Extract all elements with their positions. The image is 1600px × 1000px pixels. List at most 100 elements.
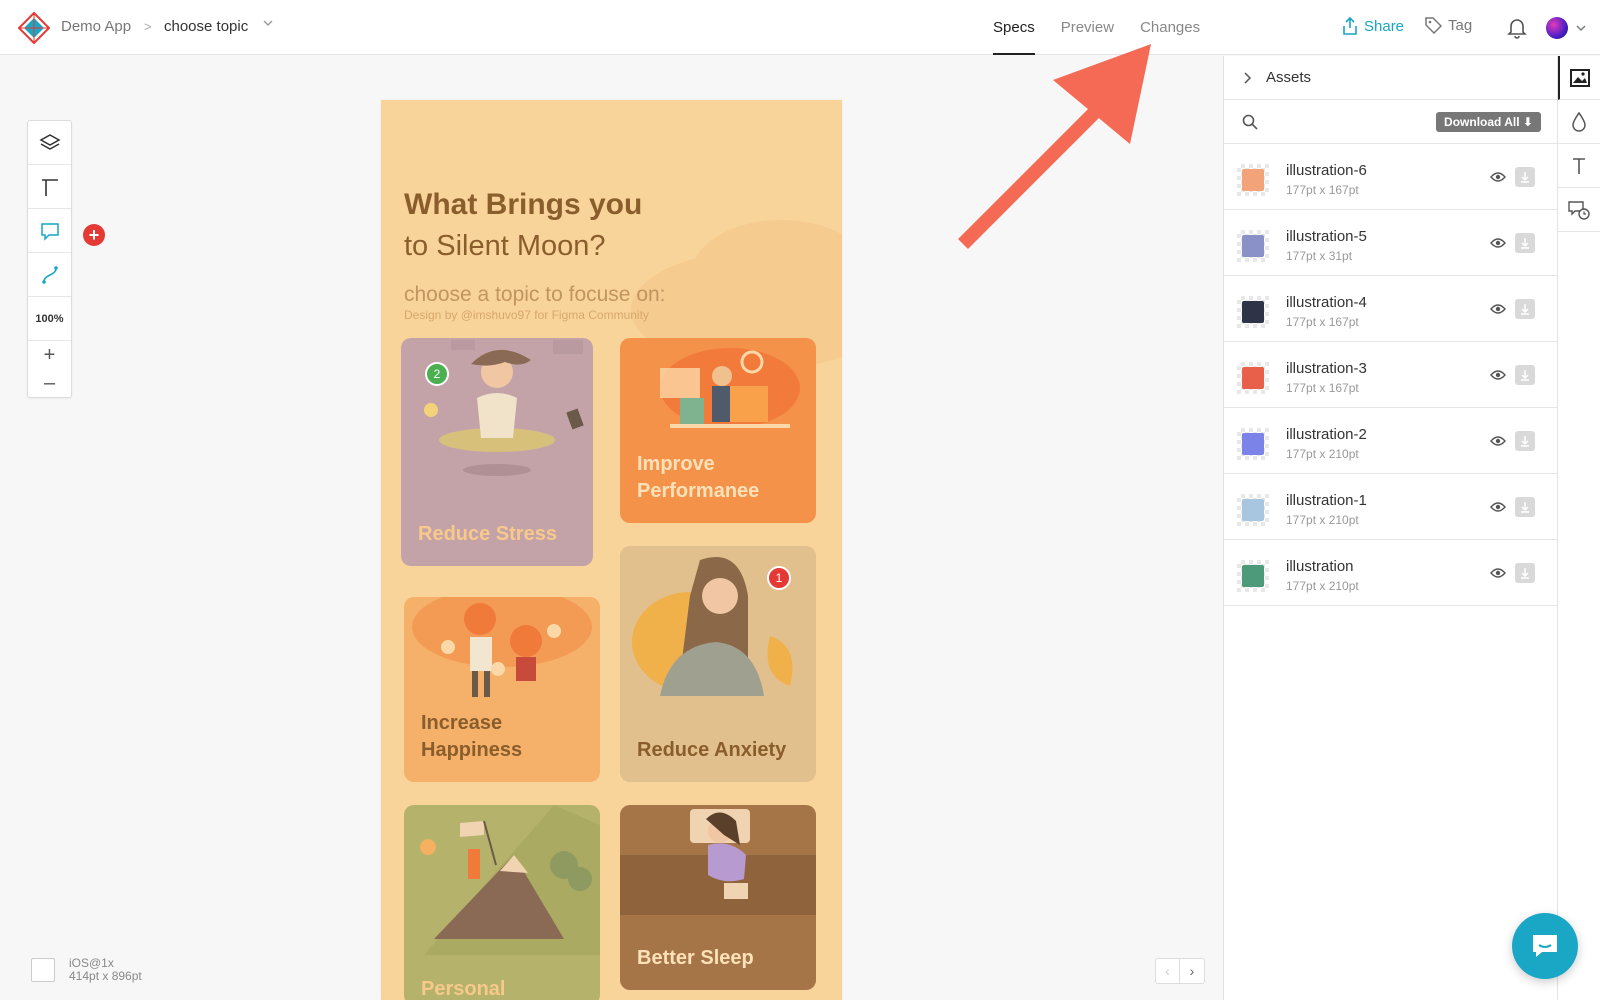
topic-label: Increase Happiness — [421, 712, 523, 761]
topic-label: Better Sleep — [637, 947, 754, 969]
topic-card-better-sleep[interactable]: Better Sleep — [620, 805, 816, 990]
topic-label: Reduce Anxiety — [637, 739, 787, 761]
notification-bell-icon[interactable] — [1507, 17, 1527, 39]
assets-header[interactable]: Assets — [1224, 56, 1557, 100]
add-comment-button[interactable]: + — [83, 224, 105, 246]
change-badge-2[interactable]: 2 — [425, 362, 449, 386]
breadcrumb-page[interactable]: choose topic — [164, 18, 248, 35]
asset-preview — [1242, 367, 1264, 389]
colors-tab[interactable] — [1558, 100, 1600, 144]
previous-artboard-button[interactable]: ‹ — [1156, 959, 1180, 983]
share-icon — [1343, 17, 1357, 35]
download-asset-button[interactable] — [1515, 167, 1535, 187]
change-badge-1[interactable]: 1 — [767, 566, 791, 590]
asset-thumbnail — [1237, 230, 1269, 262]
tag-icon — [1425, 17, 1442, 34]
flow-tool[interactable] — [28, 253, 71, 297]
download-icon — [1521, 502, 1529, 513]
share-label: Share — [1364, 17, 1405, 35]
topic-card-reduce-stress[interactable]: 2 Reduce Stress — [401, 338, 593, 566]
download-asset-button[interactable] — [1515, 365, 1535, 385]
asset-size: 177pt x 210pt — [1286, 447, 1359, 461]
user-avatar[interactable] — [1546, 17, 1568, 39]
app-logo-icon[interactable] — [18, 12, 50, 44]
download-asset-button[interactable] — [1515, 431, 1535, 451]
asset-preview — [1242, 433, 1264, 455]
asset-row[interactable]: illustration-3 177pt x 167pt — [1224, 342, 1557, 408]
topic-label: Improve Performanee — [637, 453, 760, 502]
eye-icon[interactable] — [1490, 567, 1506, 579]
ruler-icon — [41, 178, 58, 196]
artboard-title: What Brings you — [404, 188, 643, 221]
asset-name: illustration — [1286, 558, 1354, 575]
chat-launcher-button[interactable] — [1512, 913, 1578, 979]
chevron-down-icon[interactable] — [262, 17, 274, 29]
eye-icon[interactable] — [1490, 303, 1506, 315]
chevron-down-icon[interactable] — [1575, 22, 1587, 34]
share-button[interactable]: Share — [1342, 17, 1404, 35]
download-icon — [1521, 436, 1529, 447]
flow-icon — [41, 265, 58, 284]
asset-row[interactable]: illustration-2 177pt x 210pt — [1224, 408, 1557, 474]
topic-label: Personal — [421, 978, 506, 1000]
eye-icon[interactable] — [1490, 501, 1506, 513]
download-asset-button[interactable] — [1515, 233, 1535, 253]
chevron-right-icon[interactable] — [1242, 71, 1252, 84]
asset-row[interactable]: illustration-1 177pt x 210pt — [1224, 474, 1557, 540]
download-all-button[interactable]: Download All ⬇ — [1436, 112, 1541, 132]
asset-name: illustration-4 — [1286, 294, 1367, 311]
artboard-title-line2: to Silent Moon? — [404, 230, 606, 262]
eye-icon[interactable] — [1490, 237, 1506, 249]
assets-tab[interactable] — [1558, 56, 1600, 100]
zoom-out-button[interactable]: – — [28, 369, 71, 397]
comment-history-icon — [1568, 200, 1590, 220]
breadcrumb-app[interactable]: Demo App — [61, 18, 131, 35]
topic-card-reduce-anxiety[interactable]: 1 Reduce Anxiety — [620, 546, 816, 782]
asset-row[interactable]: illustration 177pt x 210pt — [1224, 540, 1557, 606]
zoom-level[interactable]: 100% — [28, 297, 71, 341]
artboard-size: 414pt x 896pt — [69, 969, 142, 983]
canvas-toolbar: 100% + – — [27, 120, 72, 398]
comment-icon — [40, 222, 59, 241]
search-icon[interactable] — [1242, 114, 1258, 130]
layers-tool[interactable] — [28, 121, 71, 165]
chat-icon — [1533, 935, 1557, 957]
eye-icon[interactable] — [1490, 369, 1506, 381]
download-asset-button[interactable] — [1515, 497, 1535, 517]
asset-name: illustration-5 — [1286, 228, 1367, 245]
topic-card-improve-performance[interactable]: Improve Performanee — [620, 338, 816, 523]
tag-button[interactable]: Tag — [1425, 17, 1472, 34]
comment-tool[interactable] — [28, 209, 71, 253]
eye-icon[interactable] — [1490, 435, 1506, 447]
comments-history-tab[interactable] — [1558, 188, 1600, 232]
download-asset-button[interactable] — [1515, 563, 1535, 583]
asset-row[interactable]: illustration-6 177pt x 167pt — [1224, 144, 1557, 210]
topic-card-increase-happiness[interactable]: Increase Happiness — [404, 597, 600, 782]
tag-label: Tag — [1448, 17, 1473, 34]
artboard-thumbnail[interactable] — [31, 958, 55, 982]
asset-row[interactable]: illustration-4 177pt x 167pt — [1224, 276, 1557, 342]
work-illustration-icon — [660, 348, 800, 428]
artboard-choose-topic[interactable]: What Brings you to Silent Moon? choose a… — [381, 100, 842, 1000]
assets-search[interactable]: Download All ⬇ — [1224, 100, 1557, 144]
topic-card-personal[interactable]: Personal — [404, 805, 600, 1000]
artboard-info: iOS@1x 414pt x 896pt — [69, 957, 142, 983]
asset-preview — [1242, 301, 1264, 323]
sleep-illustration-icon — [620, 809, 816, 915]
inspector-strip — [1557, 56, 1600, 1000]
mountain-illustration-icon — [420, 805, 600, 955]
measure-tool[interactable] — [28, 165, 71, 209]
asset-size: 177pt x 210pt — [1286, 579, 1359, 593]
asset-name: illustration-1 — [1286, 492, 1367, 509]
asset-row[interactable]: illustration-5 177pt x 31pt — [1224, 210, 1557, 276]
next-artboard-button[interactable]: › — [1180, 959, 1204, 983]
annotation-arrow-icon — [958, 44, 1151, 249]
typography-tab[interactable] — [1558, 144, 1600, 188]
eye-icon[interactable] — [1490, 171, 1506, 183]
meditation-illustration-icon — [424, 340, 584, 476]
zoom-in-button[interactable]: + — [28, 341, 71, 369]
download-icon — [1521, 172, 1529, 183]
topic-label: Reduce Stress — [418, 523, 557, 545]
download-asset-button[interactable] — [1515, 299, 1535, 319]
breadcrumb-separator-icon: > — [144, 19, 152, 34]
